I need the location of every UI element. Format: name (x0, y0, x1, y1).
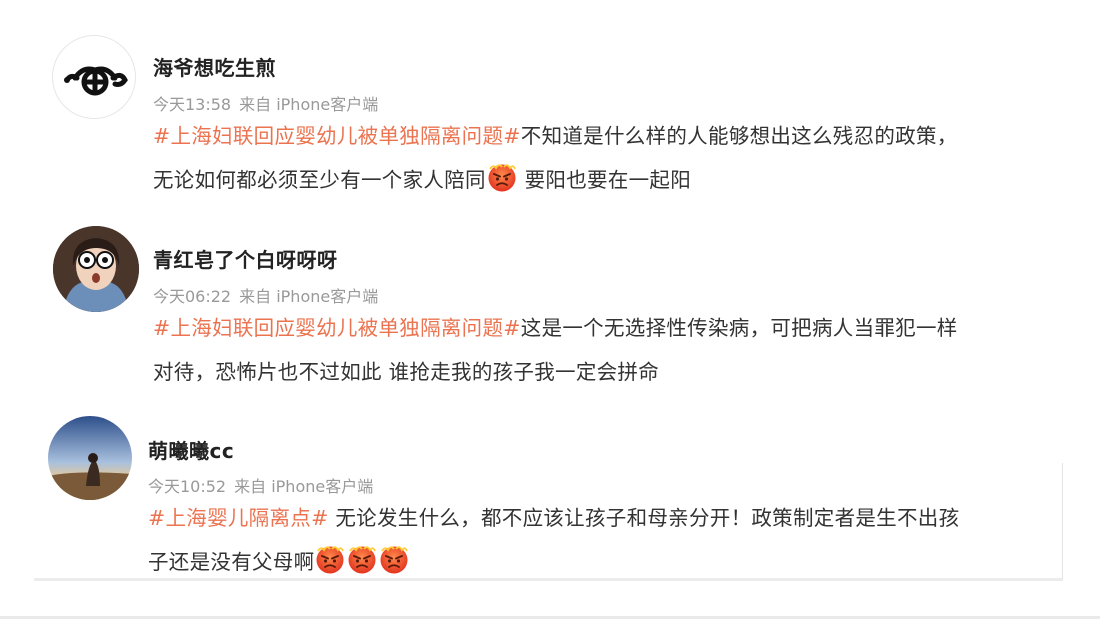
post-meta: 今天06:22 来自 iPhone客户端 (153, 283, 378, 307)
comment-line: #上海妇联回应婴幼儿被单独隔离问题#不知道是什么样的人能够想出这么残忍的政策， (153, 114, 958, 158)
comment-body: 子还是没有父母啊 (148, 550, 315, 574)
post-source: 来自 iPhone客户端 (239, 287, 379, 306)
comment-line: 无论如何都必须至少有一个家人陪同 要阳也要在一起阳 (153, 158, 958, 202)
comment-line: #上海妇联回应婴幼儿被单独隔离问题#这是一个无选择性传染病，可把病人当罪犯一样 (153, 306, 958, 350)
username[interactable]: 青红皂了个白呀呀呀 (153, 244, 338, 273)
angry-face-icon (379, 545, 409, 575)
username[interactable]: 海爷想吃生煎 (153, 52, 276, 81)
comment-body: 无论如何都必须至少有一个家人陪同 (153, 168, 486, 192)
user-photo-icon (53, 226, 139, 312)
avatar[interactable] (48, 416, 132, 500)
avatar[interactable] (52, 35, 136, 119)
post-time[interactable]: 今天06:22 (153, 287, 231, 306)
post-source: 来自 iPhone客户端 (234, 477, 374, 496)
logo-avatar-icon (64, 66, 128, 96)
comment-body: 这是一个无选择性传染病，可把病人当罪犯一样 (520, 316, 958, 340)
comment-line: #上海婴儿隔离点# 无论发生什么，都不应该让孩子和母亲分开！政策制定者是生不出孩 (148, 496, 959, 540)
post-source: 来自 iPhone客户端 (239, 95, 379, 114)
hashtag-link[interactable]: #上海妇联回应婴幼儿被单独隔离问题# (153, 124, 521, 148)
comment-line: 对待，恐怖片也不过如此 谁抢走我的孩子我一定会拼命 (153, 350, 958, 394)
angry-face-icon (347, 545, 377, 575)
comment-text: #上海妇联回应婴幼儿被单独隔离问题#不知道是什么样的人能够想出这么残忍的政策， … (153, 114, 958, 202)
username[interactable]: 萌曦曦cc (148, 435, 234, 464)
comment-line: 子还是没有父母啊 (148, 540, 959, 584)
comment-body: 无论发生什么，都不应该让孩子和母亲分开！政策制定者是生不出孩 (328, 506, 960, 530)
comment-text: #上海妇联回应婴幼儿被单独隔离问题#这是一个无选择性传染病，可把病人当罪犯一样 … (153, 306, 958, 394)
comment-body: 对待，恐怖片也不过如此 谁抢走我的孩子我一定会拼命 (153, 360, 660, 384)
angry-face-icon (487, 163, 517, 193)
comment-body: 不知道是什么样的人能够想出这么残忍的政策， (520, 124, 958, 148)
post-time[interactable]: 今天13:58 (153, 95, 231, 114)
comment-body: 要阳也要在一起阳 (517, 168, 692, 192)
hashtag-link[interactable]: #上海妇联回应婴幼儿被单独隔离问题# (153, 316, 521, 340)
post-time[interactable]: 今天10:52 (148, 477, 226, 496)
avatar[interactable] (53, 226, 139, 312)
user-photo-icon (48, 416, 132, 500)
comment-text: #上海婴儿隔离点# 无论发生什么，都不应该让孩子和母亲分开！政策制定者是生不出孩… (148, 496, 959, 584)
hashtag-link[interactable]: #上海婴儿隔离点# (148, 506, 329, 530)
angry-face-icon (315, 545, 345, 575)
post-meta: 今天13:58 来自 iPhone客户端 (153, 91, 378, 115)
post-meta: 今天10:52 来自 iPhone客户端 (148, 473, 373, 497)
